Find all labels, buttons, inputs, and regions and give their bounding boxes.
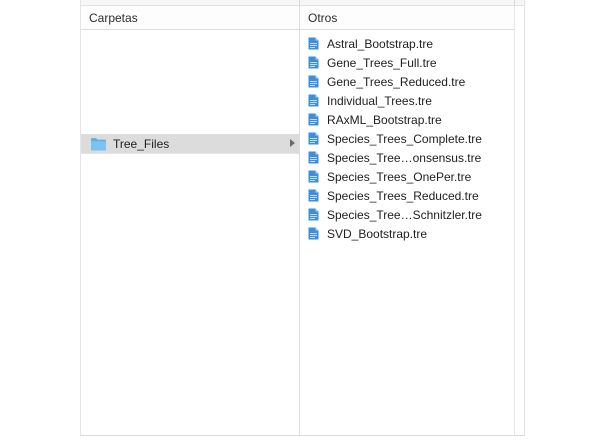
files-column: Otros Astral_Bootstrap.tre Gene_Trees_Fu… — [300, 6, 515, 435]
file-item[interactable]: Gene_Trees_Reduced.tre — [308, 72, 482, 91]
file-list: Astral_Bootstrap.tre Gene_Trees_Full.tre… — [308, 34, 482, 243]
file-label: SVD_Bootstrap.tre — [327, 226, 428, 241]
document-icon — [308, 170, 319, 183]
file-label: Species_Tree…onsensus.tre — [327, 150, 482, 165]
file-item[interactable]: Species_Trees_Reduced.tre — [308, 186, 482, 205]
file-item[interactable]: Species_Trees_Complete.tre — [308, 129, 482, 148]
file-label: Astral_Bootstrap.tre — [327, 36, 434, 51]
file-label: Species_Trees_Complete.tre — [327, 131, 482, 146]
folders-column-header[interactable]: Carpetas — [81, 6, 299, 30]
file-item[interactable]: Astral_Bootstrap.tre — [308, 34, 482, 53]
file-item[interactable]: Gene_Trees_Full.tre — [308, 53, 482, 72]
file-browser: Carpetas Tree_Files Otros Astral_Bootstr… — [80, 0, 525, 436]
folders-column: Carpetas Tree_Files — [81, 6, 300, 435]
file-label: Species_Tree…Schnitzler.tre — [327, 207, 482, 222]
document-icon — [308, 189, 319, 202]
document-icon — [308, 132, 319, 145]
document-icon — [308, 94, 319, 107]
folder-label: Tree_Files — [113, 136, 170, 151]
file-item[interactable]: SVD_Bootstrap.tre — [308, 224, 482, 243]
files-column-header[interactable]: Otros — [300, 6, 514, 30]
document-icon — [308, 37, 319, 50]
file-label: Species_Trees_OnePer.tre — [327, 169, 472, 184]
document-icon — [308, 208, 319, 221]
file-item[interactable]: Species_Trees_OnePer.tre — [308, 167, 482, 186]
file-label: Species_Trees_Reduced.tre — [327, 188, 479, 203]
document-icon — [308, 227, 319, 240]
file-label: Individual_Trees.tre — [327, 93, 432, 108]
file-item[interactable]: RAxML_Bootstrap.tre — [308, 110, 482, 129]
folder-row-tree-files[interactable]: Tree_Files — [81, 134, 299, 153]
document-icon — [308, 113, 319, 126]
file-item[interactable]: Individual_Trees.tre — [308, 91, 482, 110]
document-icon — [308, 151, 319, 164]
file-label: RAxML_Bootstrap.tre — [327, 112, 442, 127]
disclosure-arrow-icon[interactable] — [290, 139, 295, 147]
file-item[interactable]: Species_Tree…onsensus.tre — [308, 148, 482, 167]
file-item[interactable]: Species_Tree…Schnitzler.tre — [308, 205, 482, 224]
file-label: Gene_Trees_Reduced.tre — [327, 74, 466, 89]
document-icon — [308, 56, 319, 69]
document-icon — [308, 75, 319, 88]
divider — [81, 153, 299, 154]
file-label: Gene_Trees_Full.tre — [327, 55, 437, 70]
folder-icon — [90, 137, 107, 151]
